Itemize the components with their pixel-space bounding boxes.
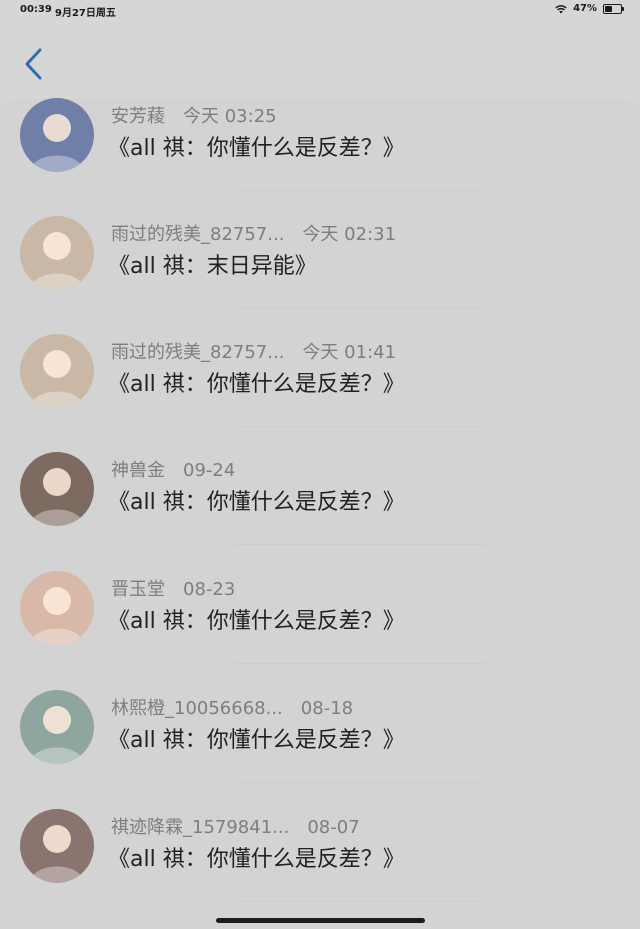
status-time: 00:39 <box>20 4 52 15</box>
status-bar: 00:39 9月27日周五 47% <box>0 0 640 20</box>
comment-meta: 祺迹降霖_1579841... 08-07 <box>111 813 360 839</box>
comment-item[interactable]: 林熙橙_10056668... 08-18 《all 祺：你懂什么是反差？》 <box>0 678 640 796</box>
comment-meta: 雨过的残美_82757... 今天 01:41 <box>111 338 396 364</box>
comment-time: 今天 03:25 <box>183 106 277 127</box>
comment-message[interactable]: 《all 祺：你懂什么是反差？》 <box>108 366 405 398</box>
comment-time: 08-07 <box>307 817 360 838</box>
divider <box>235 426 485 427</box>
divider <box>235 782 485 783</box>
comment-message[interactable]: 《all 祺：你懂什么是反差？》 <box>108 841 405 873</box>
commenter-name[interactable]: 祺迹降霖_1579841... <box>111 817 289 838</box>
avatar[interactable] <box>20 690 94 764</box>
avatar[interactable] <box>20 216 94 290</box>
avatar[interactable] <box>20 334 94 408</box>
comment-message[interactable]: 《all 祺：你懂什么是反差？》 <box>108 603 405 635</box>
status-indicators: 47% <box>555 3 624 14</box>
status-date: 9月27日周五 <box>55 8 116 19</box>
divider <box>235 308 485 309</box>
comment-time: 08-23 <box>183 579 236 600</box>
comment-message[interactable]: 《all 祺：你懂什么是反差？》 <box>108 130 405 162</box>
comment-item[interactable]: 雨过的残美_82757... 今天 01:41 《all 祺：你懂什么是反差？》 <box>0 322 640 440</box>
comment-meta: 神兽金 09-24 <box>111 456 235 482</box>
comment-time: 今天 02:31 <box>302 224 397 245</box>
comment-item[interactable]: 雨过的残美_82757... 今天 02:31 《all 祺：末日异能》 <box>0 204 640 322</box>
comment-item[interactable]: 神兽金 09-24 《all 祺：你懂什么是反差？》 <box>0 440 640 558</box>
navigation-bar <box>0 20 640 100</box>
commenter-name[interactable]: 安芳薐 <box>111 106 165 127</box>
avatar[interactable] <box>20 571 94 645</box>
commenter-name[interactable]: 雨过的残美_82757... <box>111 224 284 245</box>
comment-item[interactable]: 安芳薐 今天 03:25 《all 祺：你懂什么是反差？》 <box>0 98 640 204</box>
avatar[interactable] <box>20 98 94 172</box>
comment-time: 今天 01:41 <box>302 342 397 363</box>
comment-meta: 雨过的残美_82757... 今天 02:31 <box>111 220 396 246</box>
chevron-left-icon <box>25 48 42 80</box>
home-indicator[interactable] <box>216 918 425 923</box>
avatar[interactable] <box>20 809 94 883</box>
comment-message[interactable]: 《all 祺：你懂什么是反差？》 <box>108 722 405 754</box>
divider <box>235 190 485 191</box>
commenter-name[interactable]: 神兽金 <box>111 460 165 481</box>
comment-time: 09-24 <box>183 460 236 481</box>
comment-time: 08-18 <box>300 698 354 719</box>
comment-item[interactable]: 晋玉堂 08-23 《all 祺：你懂什么是反差？》 <box>0 559 640 677</box>
wifi-icon <box>555 4 567 14</box>
avatar[interactable] <box>20 452 94 526</box>
comment-meta: 安芳薐 今天 03:25 <box>111 102 277 128</box>
comment-message[interactable]: 《all 祺：末日异能》 <box>108 248 317 280</box>
back-button[interactable] <box>20 46 50 82</box>
commenter-name[interactable]: 雨过的残美_82757... <box>111 342 284 363</box>
comment-message[interactable]: 《all 祺：你懂什么是反差？》 <box>108 484 405 516</box>
battery-icon <box>603 3 624 14</box>
commenter-name[interactable]: 晋玉堂 <box>111 579 165 600</box>
comment-item[interactable]: 祺迹降霖_1579841... 08-07 《all 祺：你懂什么是反差？》 <box>0 797 640 915</box>
battery-percent: 47% <box>573 3 597 14</box>
comment-meta: 林熙橙_10056668... 08-18 <box>111 694 353 720</box>
battery-level <box>605 5 612 12</box>
commenter-name[interactable]: 林熙橙_10056668... <box>111 698 283 719</box>
comment-meta: 晋玉堂 08-23 <box>111 575 235 601</box>
divider <box>235 663 485 664</box>
comment-list: 安芳薐 今天 03:25 《all 祺：你懂什么是反差？》 雨过的残美_82757… <box>0 98 640 929</box>
divider <box>235 901 485 902</box>
divider <box>235 544 485 545</box>
